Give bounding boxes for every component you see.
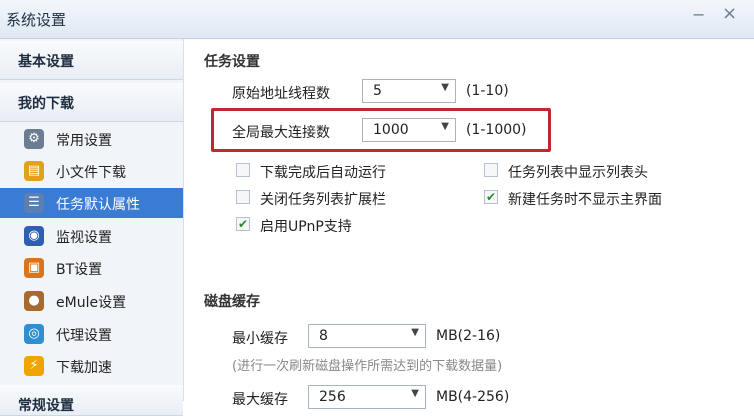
category-label: 我的下载	[18, 96, 74, 112]
gear-icon: ⚙	[24, 129, 44, 149]
threads-value: 5	[373, 83, 382, 99]
max-cache-label: 最大缓存	[232, 392, 288, 408]
sidebar-item-label: 任务默认属性	[56, 197, 140, 213]
sidebar-item-label: 小文件下载	[56, 165, 126, 181]
threads-range: (1-10)	[466, 83, 509, 99]
sidebar: 基本设置 我的下载 ⚙ 常用设置 ▤ 小文件下载 ☰ 任务默认属性 ◉ 监视设置…	[0, 39, 184, 416]
window-title: 系统设置	[6, 11, 67, 29]
category-my-downloads[interactable]: 我的下载	[0, 83, 183, 122]
bt-folder-icon: ▣	[24, 258, 44, 278]
sidebar-item-download-acceleration[interactable]: ⚡ 下载加速	[0, 351, 183, 381]
sidebar-item-label: 下载加速	[56, 360, 112, 376]
min-cache-dropdown[interactable]: 8 ▼	[308, 324, 426, 348]
checkbox-box	[484, 163, 498, 177]
settings-panel: 任务设置 原始地址线程数 5 ▼ (1-10) 全局最大连接数 1000 ▼ (…	[184, 39, 754, 409]
minimize-button[interactable]: −	[692, 5, 705, 24]
checkbox-box	[236, 163, 250, 177]
category-basic-settings[interactable]: 基本设置	[0, 41, 183, 80]
max-cache-dropdown[interactable]: 256 ▼	[308, 385, 426, 409]
max-cache-value: 256	[319, 389, 346, 405]
sidebar-item-label: eMule设置	[56, 295, 127, 311]
checkbox-box	[236, 190, 250, 204]
lightning-icon: ⚡	[24, 356, 44, 376]
sidebar-item-proxy-settings[interactable]: ◎ 代理设置	[0, 319, 183, 349]
check-icon: ✔	[484, 190, 498, 204]
min-cache-unit: MB(2-16)	[436, 328, 501, 344]
sidebar-item-emule-settings[interactable]: ● eMule设置	[0, 286, 183, 316]
sidebar-item-label: 监视设置	[56, 230, 112, 246]
check-icon: ✔	[236, 217, 250, 231]
checkbox-label: 任务列表中显示列表头	[508, 165, 648, 181]
sidebar-item-label: BT设置	[56, 262, 103, 278]
section-title-disk-cache: 磁盘缓存	[204, 294, 260, 310]
max-cache-unit: MB(4-256)	[436, 389, 510, 405]
min-cache-label: 最小缓存	[232, 331, 288, 347]
checkbox-label: 启用UPnP支持	[260, 219, 352, 235]
checkbox-label: 新建任务时不显示主界面	[508, 192, 662, 208]
sidebar-item-monitor-settings[interactable]: ◉ 监视设置	[0, 221, 183, 251]
section-title-task-settings: 任务设置	[204, 54, 260, 70]
checkbox-label: 关闭任务列表扩展栏	[260, 192, 386, 208]
sidebar-item-bt-settings[interactable]: ▣ BT设置	[0, 253, 183, 283]
highlight-annotation-box	[211, 108, 551, 152]
sidebar-item-small-file-download[interactable]: ▤ 小文件下载	[0, 156, 183, 186]
category-label: 常规设置	[18, 398, 74, 414]
emule-icon: ●	[24, 291, 44, 311]
sidebar-item-task-defaults[interactable]: ☰ 任务默认属性	[0, 188, 183, 218]
sidebar-item-label: 代理设置	[56, 328, 112, 344]
category-label: 基本设置	[18, 54, 74, 70]
close-button[interactable]: ×	[722, 3, 737, 24]
min-cache-value: 8	[319, 328, 328, 344]
monitor-eye-icon: ◉	[24, 226, 44, 246]
chevron-down-icon: ▼	[441, 82, 449, 93]
chevron-down-icon: ▼	[411, 388, 419, 399]
task-list-icon: ☰	[24, 193, 44, 213]
checkbox-label: 下载完成后自动运行	[260, 165, 386, 181]
sidebar-item-label: 常用设置	[56, 133, 112, 149]
folder-download-icon: ▤	[24, 161, 44, 181]
proxy-globe-icon: ◎	[24, 324, 44, 344]
chevron-down-icon: ▼	[411, 327, 419, 338]
min-cache-note: (进行一次刷新磁盘操作所需达到的下载数据量)	[232, 359, 503, 374]
threads-label: 原始地址线程数	[232, 86, 330, 102]
threads-dropdown[interactable]: 5 ▼	[362, 79, 456, 103]
sidebar-item-common-settings[interactable]: ⚙ 常用设置	[0, 124, 183, 154]
title-bar: 系统设置 − ×	[0, 0, 754, 39]
